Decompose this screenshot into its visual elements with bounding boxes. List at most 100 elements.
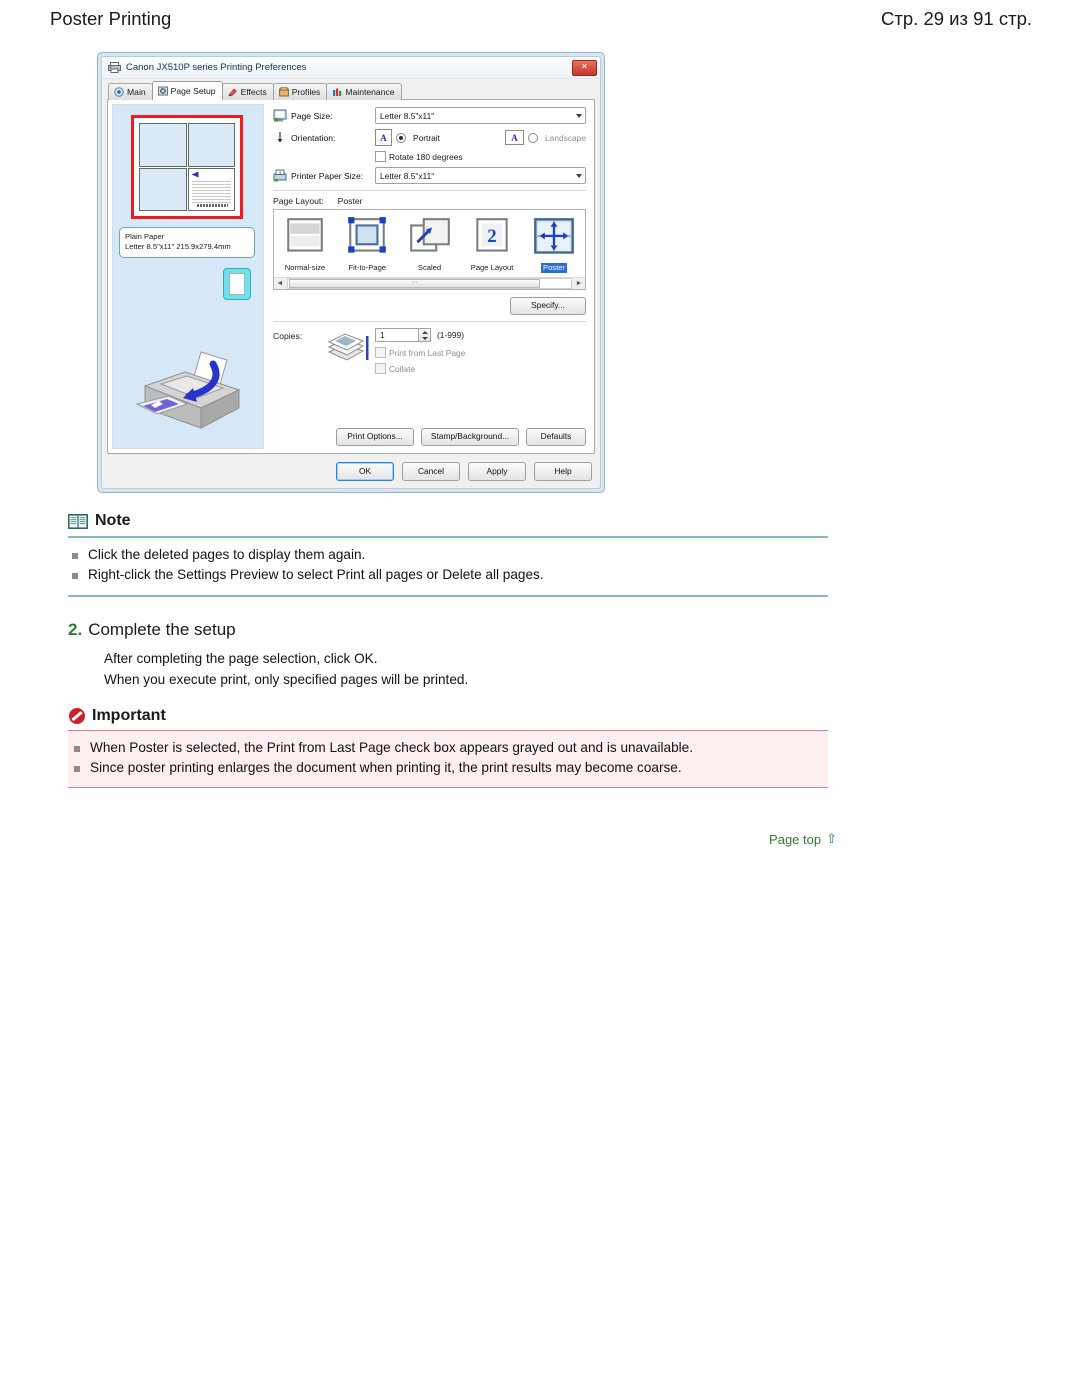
print-from-last-page-row: Print from Last Page <box>375 347 586 358</box>
specify-button[interactable]: Specify... <box>510 297 586 315</box>
portrait-label: Portrait <box>413 132 440 143</box>
dialog-title: Canon JX510P series Printing Preferences <box>126 62 307 73</box>
note-list: Click the deleted pages to display them … <box>68 545 828 586</box>
landscape-label: Landscape <box>545 132 586 143</box>
page-content-mark-icon <box>191 171 199 178</box>
important-heading: Important <box>68 707 828 725</box>
rotate-180-label: Rotate 180 degrees <box>389 151 463 162</box>
portrait-thumb-icon: A <box>375 129 392 146</box>
close-icon[interactable]: ✕ <box>572 59 597 76</box>
printer-paper-size-select[interactable]: Letter 8.5"x11" <box>375 167 586 184</box>
page-layout-scrollbar[interactable]: ◄ ⋯ ► <box>274 277 585 289</box>
portrait-radio[interactable] <box>396 132 406 143</box>
note-heading: Note <box>68 512 828 530</box>
stepper-down-icon[interactable] <box>421 336 428 340</box>
copies-stepper[interactable] <box>419 328 431 342</box>
scroll-thumb[interactable]: ⋯ <box>289 279 541 288</box>
chevron-down-icon <box>576 113 582 118</box>
printer-icon <box>108 62 121 73</box>
page-setup-icon <box>157 86 168 96</box>
poster-cell-1[interactable] <box>139 123 187 167</box>
paper-info-chip: Plain Paper Letter 8.5"x11" 215.9x279.4m… <box>119 227 255 258</box>
copies-range-hint: (1-999) <box>437 330 464 340</box>
scroll-left-icon[interactable]: ◄ <box>274 280 286 287</box>
poster-cell-4[interactable] <box>187 167 235 211</box>
page-top-link[interactable]: Page top ⇧ <box>769 831 837 847</box>
step-line: When you execute print, only specified p… <box>104 672 469 688</box>
svg-text:2: 2 <box>487 226 496 247</box>
tab-effects[interactable]: Effects <box>221 83 274 100</box>
step-line: After completing the page selection, cli… <box>104 651 378 666</box>
print-from-last-page-label: Print from Last Page <box>389 347 466 358</box>
list-item: Right-click the Settings Preview to sele… <box>68 565 828 585</box>
layout-option-page-layout-label: Page Layout <box>470 263 514 272</box>
step-number: 2. <box>68 620 83 639</box>
copies-stack-icon <box>327 333 369 361</box>
landscape-radio[interactable] <box>528 132 539 143</box>
orientation-row: Orientation: A Portrait A Landscape <box>273 129 586 146</box>
layout-option-poster-label: Poster <box>541 263 567 273</box>
layout-option-scaled-label: Scaled <box>417 263 442 272</box>
no-entry-icon <box>69 708 85 724</box>
page-content-bar <box>196 204 228 207</box>
important-title: Important <box>92 707 166 724</box>
page-size-label: Page Size: <box>291 110 333 121</box>
page-size-select[interactable]: Letter 8.5"x11" <box>375 107 586 124</box>
print-options-button[interactable]: Print Options... <box>336 428 414 446</box>
layout-option-normal-size[interactable]: Normal-size <box>282 215 328 273</box>
page-setup-panel: Plain Paper Letter 8.5"x11" 215.9x279.4m… <box>107 99 595 454</box>
copies-input[interactable]: 1 <box>375 328 419 342</box>
layout-option-normal-size-label: Normal-size <box>284 263 326 272</box>
copies-label: Copies: <box>273 331 303 341</box>
cancel-button[interactable]: Cancel <box>402 461 460 481</box>
page-layout-value: Poster <box>337 196 363 206</box>
layout-option-fit-to-page[interactable]: Fit-to-Page <box>344 215 390 273</box>
settings-preview[interactable]: Plain Paper Letter 8.5"x11" 215.9x279.4m… <box>112 104 264 449</box>
paper-type-label: Plain Paper <box>125 232 165 241</box>
scroll-track[interactable]: ⋯ <box>287 278 572 289</box>
layout-option-poster[interactable]: Poster <box>531 215 577 273</box>
step-section: 2. Complete the setup After completing th… <box>68 620 838 691</box>
apply-button[interactable]: Apply <box>468 461 526 481</box>
book-icon <box>68 513 88 529</box>
tab-page-setup[interactable]: Page Setup <box>151 81 223 100</box>
step-heading: 2. Complete the setup <box>68 620 838 640</box>
profiles-icon <box>278 87 289 97</box>
layout-option-fit-to-page-label: Fit-to-Page <box>348 263 387 272</box>
stepper-up-icon[interactable] <box>421 330 428 334</box>
dialog-title-bar: Canon JX510P series Printing Preferences… <box>102 57 600 79</box>
step-body: After completing the page selection, cli… <box>104 648 838 691</box>
chevron-down-icon <box>576 173 582 178</box>
specify-row: Specify... <box>273 297 586 315</box>
ok-button[interactable]: OK <box>336 461 394 481</box>
page-layout-icon: 2 <box>469 218 515 263</box>
poster-cell-3[interactable] <box>139 167 187 211</box>
rotate-180-checkbox[interactable] <box>375 151 386 162</box>
tab-page-setup-label: Page Setup <box>170 86 216 96</box>
stamp-background-button[interactable]: Stamp/Background... <box>421 428 519 446</box>
printer-paper-size-label: Printer Paper Size: <box>291 170 364 181</box>
normal-size-icon <box>282 218 328 263</box>
layout-option-page-layout[interactable]: 2 Page Layout <box>469 215 515 273</box>
tab-profiles[interactable]: Profiles <box>272 83 328 100</box>
poster-preview-grid[interactable] <box>131 115 243 219</box>
divider-1 <box>273 190 586 191</box>
scroll-right-icon[interactable]: ► <box>573 280 585 287</box>
tab-main[interactable]: Main <box>108 83 153 100</box>
collate-row: Collate <box>375 363 586 374</box>
maintenance-icon <box>332 87 342 97</box>
poster-cell-2[interactable] <box>187 123 235 167</box>
note-bottom-rule <box>68 594 828 597</box>
tab-maintenance[interactable]: Maintenance <box>326 83 402 100</box>
printer-illustration <box>135 351 241 429</box>
main-icon <box>114 87 124 97</box>
layout-option-scaled[interactable]: Scaled <box>407 215 453 273</box>
defaults-button[interactable]: Defaults <box>526 428 586 446</box>
scaled-icon <box>407 218 453 263</box>
page-size-value: Letter 8.5"x11" <box>380 110 435 121</box>
copies-spinner[interactable]: 1 (1-999) <box>375 328 586 342</box>
help-button[interactable]: Help <box>534 461 592 481</box>
tab-effects-label: Effects <box>240 87 267 97</box>
paper-size-label: Letter 8.5"x11" 215.9x279.4mm <box>125 242 231 252</box>
copies-row: Copies: 1 (1-999) Print from Last Page C… <box>273 328 586 374</box>
